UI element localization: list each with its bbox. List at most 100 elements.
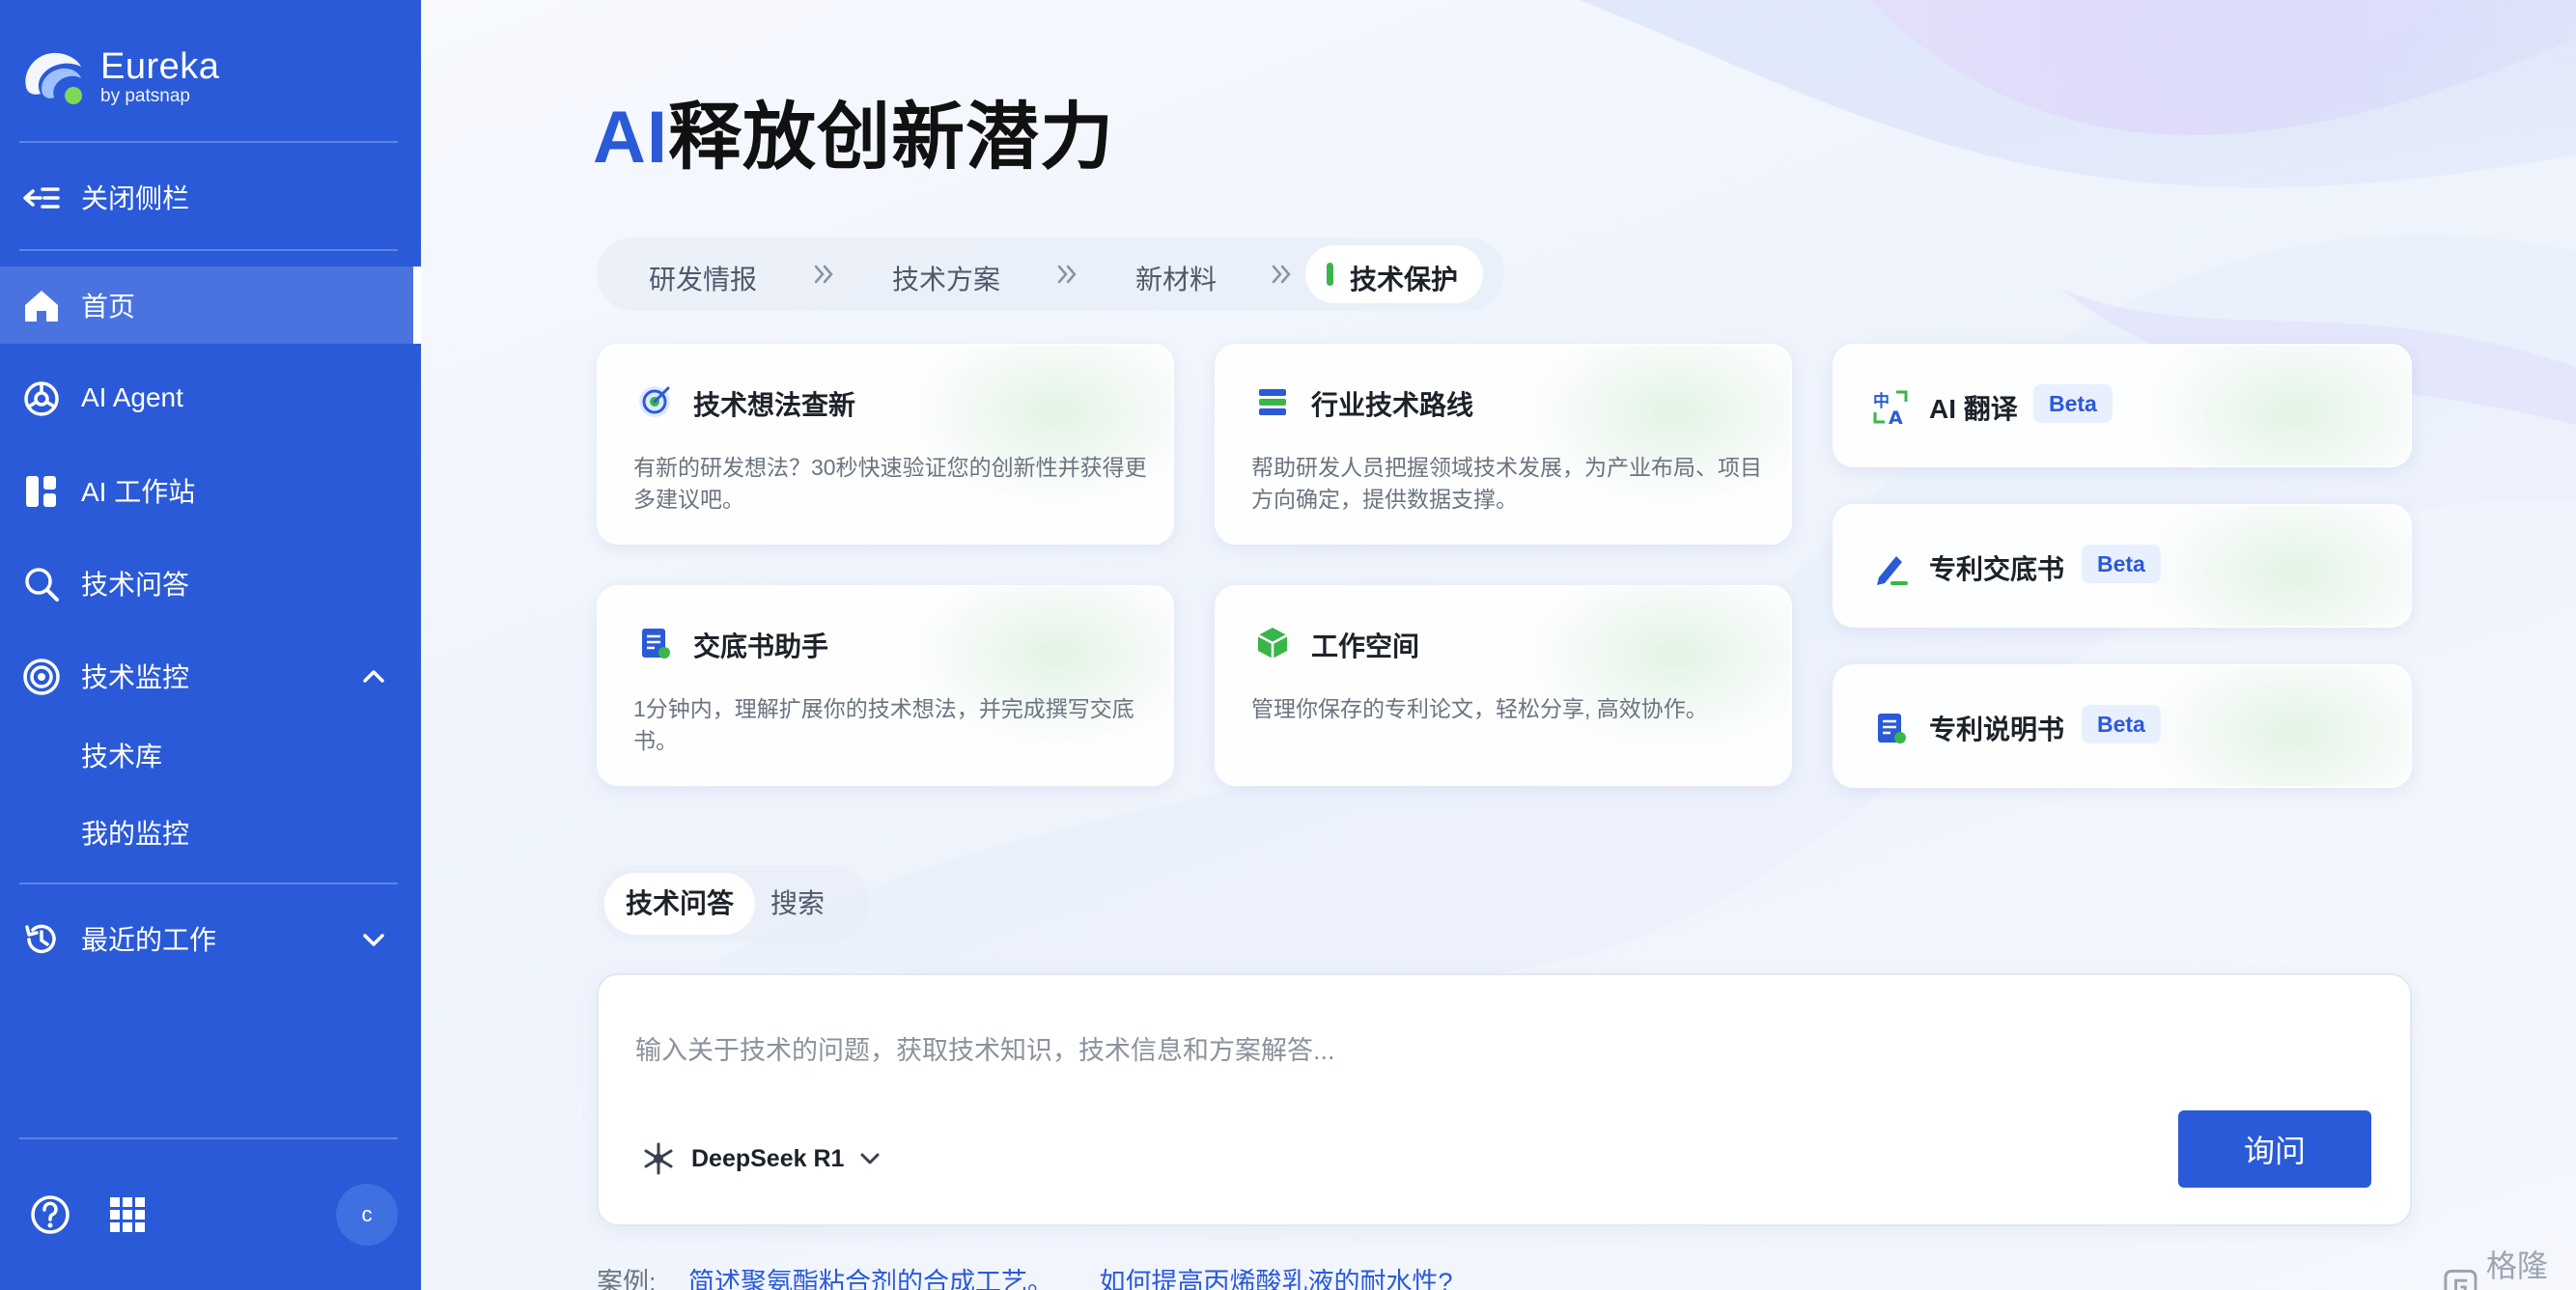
beta-badge: Beta — [2033, 384, 2113, 423]
deepseek-model-icon — [644, 1142, 673, 1175]
sidebar-divider — [19, 249, 398, 251]
card-title: 工作空间 — [1311, 631, 1420, 661]
logo[interactable]: Eureka by patsnap — [19, 39, 219, 116]
ask-button[interactable]: 询问 — [2178, 1110, 2371, 1188]
double-chevron-right-icon — [1272, 265, 1291, 284]
sidebar-item-label: 首页 — [81, 292, 136, 322]
card-glow — [2140, 506, 2410, 626]
card-patent-disclosure[interactable]: 专利交底书 Beta — [1833, 504, 2412, 628]
translate-icon: 中 A — [1873, 390, 1908, 427]
sidebar-item-ai-agent[interactable]: AI Agent — [0, 359, 421, 436]
query-box: DeepSeek R1 询问 — [597, 973, 2412, 1226]
document-icon — [1878, 714, 1906, 743]
card-title: 交底书助手 — [693, 631, 829, 661]
page-title: AI释放创新潜力 — [593, 77, 1114, 183]
sidebar: Eureka by patsnap 关闭侧栏 首页 AI Agent AI 工作… — [0, 0, 421, 1290]
chevron-down-icon — [860, 1153, 880, 1164]
examples-label: 案例: — [597, 1268, 657, 1290]
sidebar-item-label: AI Agent — [81, 382, 183, 412]
card-ai-translate[interactable]: 中 A AI 翻译 Beta — [1833, 344, 2412, 467]
monitor-icon — [23, 659, 60, 695]
watermark-text: 格隆汇 — [2485, 1248, 2548, 1283]
card-title: AI 翻译 — [1929, 394, 2018, 424]
svg-text:A: A — [1889, 407, 1903, 427]
card-description: 有新的研发想法？30秒快速验证您的创新性并获得更多建议吧。 — [633, 455, 1147, 512]
sidebar-item-tech-monitor[interactable]: 技术监控 — [0, 637, 421, 715]
card-glow — [2140, 346, 2410, 465]
beta-badge: Beta — [2082, 705, 2161, 743]
apps-grid-icon[interactable] — [106, 1193, 149, 1236]
card-workspace[interactable]: 工作空间 管理你保存的专利论文，轻松分享, 高效协作。 — [1215, 585, 1792, 786]
svg-text:中: 中 — [1873, 391, 1890, 411]
card-description: 管理你保存的专利论文，轻松分享, 高效协作。 — [1251, 696, 1708, 721]
double-chevron-right-icon — [814, 265, 833, 284]
search-icon — [25, 568, 59, 602]
card-industry-tech-roadmap[interactable]: 行业技术路线 帮助研发人员把握领域技术发展，为产业布局、项目方向确定，提供数据支… — [1215, 344, 1792, 545]
layers-icon — [1259, 389, 1286, 415]
step-label: 技术保护 — [1350, 265, 1459, 294]
eureka-logo-icon — [25, 52, 82, 104]
sidebar-item-label: 最近的工作 — [81, 925, 217, 955]
collapse-sidebar-icon — [23, 187, 60, 209]
beta-badge: Beta — [2082, 545, 2161, 583]
sidebar-divider — [19, 883, 398, 884]
avatar[interactable]: c — [336, 1184, 398, 1246]
cube-icon — [1257, 628, 1288, 659]
chevron-down-icon[interactable] — [359, 925, 388, 954]
card-title: 专利说明书 — [1929, 715, 2065, 744]
card-title: 技术想法查新 — [693, 390, 856, 420]
watermark: 格隆汇 — [2443, 1242, 2576, 1290]
chevron-up-icon[interactable] — [359, 662, 388, 691]
help-icon[interactable] — [29, 1193, 71, 1236]
title-ai: AI — [593, 97, 668, 179]
workflow-steps: 研发情报 技术方案 新材料 技术保护 — [597, 238, 1504, 311]
step-new-materials[interactable]: 新材料 — [1135, 259, 1217, 297]
sidebar-item-tech-qa[interactable]: 技术问答 — [0, 545, 421, 622]
example-link[interactable]: 如何提高丙烯酸乳液的耐水性? — [1100, 1268, 1453, 1290]
example-link[interactable]: 简述聚氨酯粘合剂的合成工艺。 — [688, 1268, 1053, 1290]
card-title: 行业技术路线 — [1311, 390, 1474, 420]
sidebar-subitem-tech-library[interactable]: 技术库 — [81, 736, 162, 774]
card-title: 专利交底书 — [1929, 554, 2065, 584]
model-label: DeepSeek R1 — [691, 1144, 845, 1172]
query-input[interactable] — [635, 1020, 2277, 1081]
agent-icon — [24, 381, 59, 416]
sidebar-item-recent-work[interactable]: 最近的工作 — [0, 900, 421, 977]
workstation-icon — [26, 476, 56, 507]
card-idea-novelty-check[interactable]: 技术想法查新 有新的研发想法？30秒快速验证您的创新性并获得更多建议吧。 — [597, 344, 1174, 545]
card-glow — [1520, 587, 1790, 751]
close-sidebar-label: 关闭侧栏 — [81, 183, 190, 213]
sidebar-item-label: 技术监控 — [81, 662, 190, 692]
model-selector[interactable]: DeepSeek R1 — [639, 1132, 882, 1186]
query-tabs: 技术问答 搜索 — [597, 865, 869, 942]
sidebar-item-label: 技术问答 — [81, 570, 190, 600]
history-icon — [25, 924, 56, 954]
sidebar-divider — [19, 141, 398, 143]
gelonghui-logo-icon — [2444, 1270, 2478, 1290]
step-tech-solution[interactable]: 技术方案 — [892, 259, 1000, 297]
brand-by: by patsnap — [100, 86, 190, 106]
tab-tech-qa[interactable]: 技术问答 — [604, 873, 755, 935]
card-description: 帮助研发人员把握领域技术发展，为产业布局、项目方向确定，提供数据支撑。 — [1251, 455, 1762, 512]
sidebar-divider — [19, 1137, 398, 1139]
pen-icon — [1877, 556, 1908, 585]
main-content: AI释放创新潜力 研发情报 技术方案 新材料 技术保护 技术想法查新 有新的研发… — [421, 0, 2576, 1290]
tab-search[interactable]: 搜索 — [770, 873, 825, 935]
home-icon — [25, 291, 58, 322]
target-icon — [639, 386, 670, 417]
double-chevron-right-icon — [1057, 265, 1077, 284]
sidebar-item-home[interactable]: 首页 — [0, 266, 421, 344]
step-tech-protection[interactable]: 技术保护 — [1305, 245, 1483, 303]
close-sidebar-button[interactable]: 关闭侧栏 — [0, 158, 421, 236]
card-disclosure-assistant[interactable]: 交底书助手 1分钟内，理解扩展你的技术想法，并完成撰写交底书。 — [597, 585, 1174, 786]
brand-name: Eureka — [100, 46, 220, 87]
document-icon — [642, 629, 670, 659]
title-rest: 释放创新潜力 — [668, 97, 1114, 179]
sidebar-item-label: AI 工作站 — [81, 477, 196, 507]
step-rd-intelligence[interactable]: 研发情报 — [649, 259, 757, 297]
card-patent-specification[interactable]: 专利说明书 Beta — [1833, 664, 2412, 788]
card-description: 1分钟内，理解扩展你的技术想法，并完成撰写交底书。 — [633, 696, 1134, 753]
card-glow — [2140, 666, 2410, 786]
sidebar-subitem-my-monitor[interactable]: 我的监控 — [81, 813, 189, 852]
sidebar-item-ai-workstation[interactable]: AI 工作站 — [0, 452, 421, 529]
